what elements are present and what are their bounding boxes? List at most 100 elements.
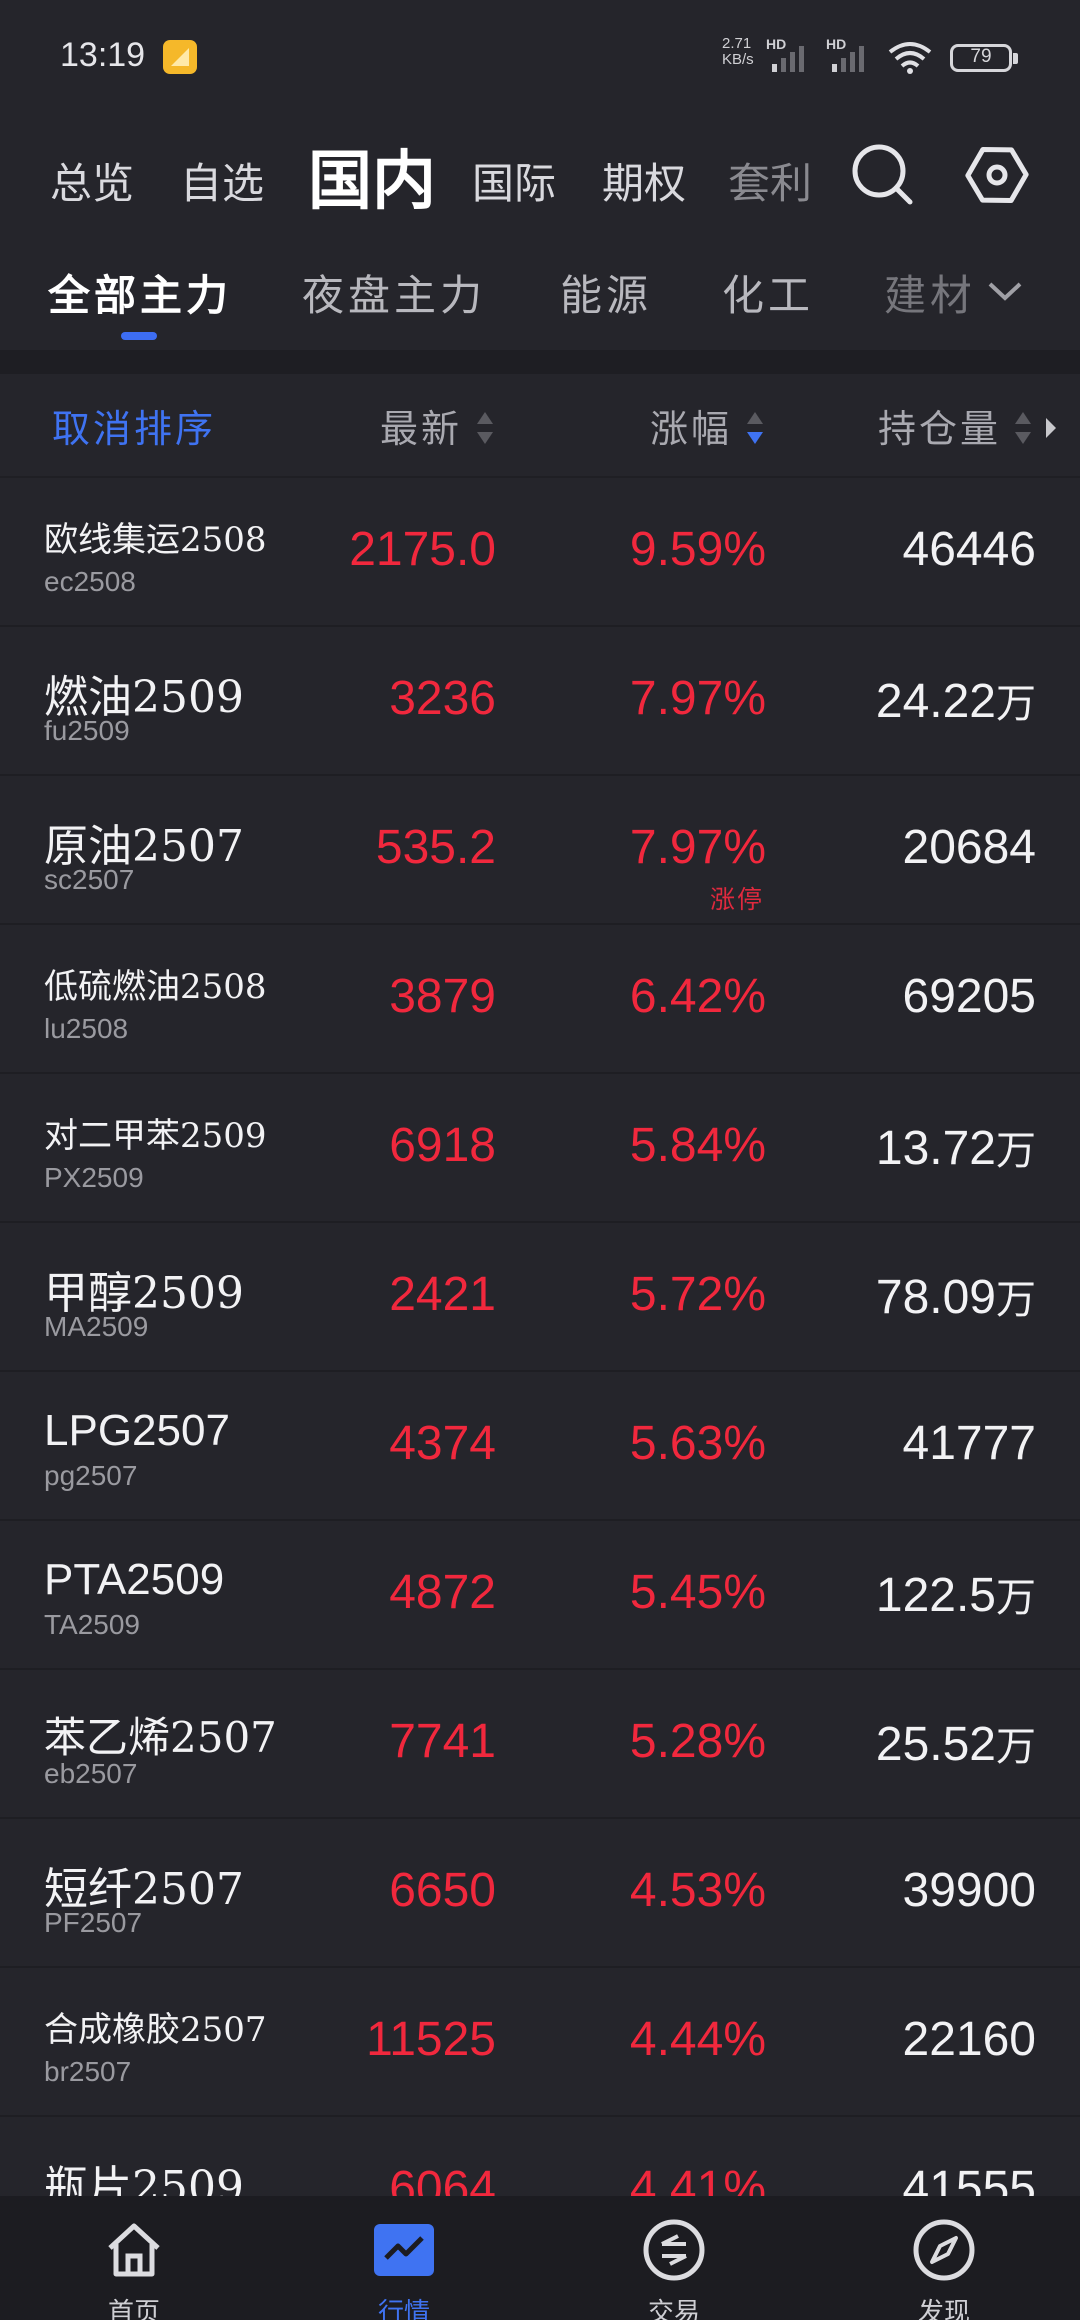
open-interest: 78.09万 — [875, 1271, 1036, 1324]
tab-international[interactable]: 国际 — [472, 150, 556, 211]
nav-trade-label: 交易 — [647, 2298, 700, 2320]
table-row[interactable]: 甲醇2509 MA2509 2421 5.72% 78.09万 — [0, 1223, 1080, 1372]
contract-code: fu2509 — [44, 715, 130, 746]
nav-trade[interactable]: 交易 — [574, 2196, 774, 2320]
search-icon[interactable] — [848, 140, 918, 210]
table-row[interactable]: LPG2507 pg2507 4374 5.63% 41777 — [0, 1372, 1080, 1521]
table-row[interactable]: 燃油2509 fu2509 3236 7.97% 24.22万 — [0, 627, 1080, 776]
table-row[interactable]: 合成橡胶2507 br2507 11525 4.44% 22160 — [0, 1968, 1080, 2117]
home-icon — [108, 2223, 160, 2277]
table-row[interactable]: 低硫燃油2508 lu2508 3879 6.42% 69205 — [0, 925, 1080, 1074]
subtab-energy[interactable]: 能源 — [560, 262, 652, 323]
change-percent: 5.28% — [629, 1715, 766, 1768]
market-tabs: 总览 自选 国内 国际 期权 套利 — [0, 120, 1080, 230]
latest-price: 4374 — [389, 1417, 496, 1470]
notes-app-icon — [163, 40, 197, 74]
latest-price: 6650 — [389, 1864, 496, 1917]
change-percent: 9.59% — [629, 523, 766, 576]
latest-price: 6918 — [389, 1119, 496, 1172]
contract-name: LPG2507 — [44, 1406, 230, 1455]
open-interest: 69205 — [902, 970, 1036, 1023]
contract-code: eb2507 — [44, 1758, 138, 1789]
contract-code: TA2509 — [44, 1609, 140, 1640]
change-percent: 4.53% — [629, 1864, 766, 1917]
open-interest: 46446 — [902, 523, 1036, 576]
latest-price: 535.2 — [375, 821, 496, 874]
latest-price: 3879 — [389, 970, 496, 1023]
status-bar: 13:19 2.71 KB/s HD HD 79 — [0, 0, 1080, 110]
network-speed: 2.71 KB/s — [722, 35, 754, 68]
settings-hexagon-icon[interactable] — [962, 140, 1032, 210]
contract-name: PTA2509 — [44, 1555, 225, 1604]
contract-code: PF2507 — [44, 1907, 143, 1938]
contract-code: sc2507 — [44, 864, 135, 895]
battery-icon: 79 — [950, 44, 1018, 72]
open-interest: 22160 — [902, 2013, 1036, 2066]
column-open-interest[interactable]: 持仓量 — [878, 398, 1001, 453]
change-percent: 5.45% — [629, 1566, 766, 1619]
contract-name: 苯乙烯2507 — [44, 1713, 277, 1762]
change-percent: 7.97% — [629, 672, 766, 725]
chevron-down-icon[interactable] — [985, 276, 1025, 306]
open-interest: 41777 — [902, 1417, 1036, 1470]
tab-arbitrage[interactable]: 套利 — [728, 150, 828, 211]
nav-market-label: 行情 — [377, 2298, 430, 2320]
cancel-sort-button[interactable]: 取消排序 — [52, 398, 216, 453]
latest-price: 3236 — [389, 672, 496, 725]
change-percent: 6.42% — [629, 970, 766, 1023]
nav-discover-label: 发现 — [917, 2298, 970, 2320]
latest-price: 2421 — [389, 1268, 496, 1321]
contract-name: 对二甲苯2509 — [44, 1116, 267, 1156]
table-row[interactable]: 原油2507 sc2507 535.2 7.97% 涨停 20684 — [0, 776, 1080, 925]
contract-code: MA2509 — [44, 1311, 149, 1342]
contract-code: pg2507 — [44, 1460, 138, 1491]
subtab-all-main[interactable]: 全部主力 — [48, 262, 232, 323]
nav-home[interactable]: 首页 — [34, 2196, 234, 2320]
nav-home-label: 首页 — [107, 2298, 160, 2320]
contract-code: lu2508 — [44, 1013, 129, 1044]
clock: 13:19 — [60, 36, 146, 74]
table-row[interactable]: 欧线集运2508 ec2508 2175.0 9.59% 46446 — [0, 478, 1080, 627]
contract-name: 低硫燃油2508 — [44, 967, 267, 1007]
contract-name: 欧线集运2508 — [44, 520, 267, 560]
table-header: 取消排序 最新 涨幅 持仓量 — [0, 374, 1080, 478]
trade-icon — [643, 2219, 705, 2281]
column-change[interactable]: 涨幅 — [650, 398, 732, 453]
column-latest[interactable]: 最新 — [380, 398, 462, 453]
limit-up-badge: 涨停 — [709, 885, 764, 914]
bottom-navigation: 首页 行情 交易 发现 — [0, 2196, 1080, 2320]
scroll-right-icon[interactable] — [1044, 408, 1058, 448]
nav-market[interactable]: 行情 — [304, 2196, 504, 2320]
subtab-building-materials[interactable]: 建材 — [884, 262, 970, 323]
tab-overview[interactable]: 总览 — [50, 150, 134, 211]
change-percent: 5.63% — [629, 1417, 766, 1470]
market-chart-icon — [374, 2224, 434, 2276]
tab-domestic[interactable]: 国内 — [308, 130, 436, 222]
category-tabs: 全部主力 夜盘主力 能源 化工 建材 — [0, 250, 1080, 350]
tab-options[interactable]: 期权 — [602, 150, 686, 211]
contract-code: ec2508 — [44, 566, 136, 597]
active-tab-indicator — [121, 332, 157, 340]
table-row[interactable]: 苯乙烯2507 eb2507 7741 5.28% 25.52万 — [0, 1670, 1080, 1819]
open-interest: 13.72万 — [875, 1122, 1036, 1175]
quote-list: 欧线集运2508 ec2508 2175.0 9.59% 46446 燃油250… — [0, 478, 1080, 2266]
change-percent: 7.97% — [629, 821, 766, 874]
latest-price: 7741 — [389, 1715, 496, 1768]
sort-icon-2 — [1015, 412, 1031, 444]
latest-price: 2175.0 — [349, 523, 496, 576]
table-row[interactable]: PTA2509 TA2509 4872 5.45% 122.5万 — [0, 1521, 1080, 1670]
subtab-night-main[interactable]: 夜盘主力 — [302, 262, 486, 323]
open-interest: 25.52万 — [875, 1718, 1036, 1771]
nav-discover[interactable]: 发现 — [844, 2196, 1044, 2320]
change-percent: 5.84% — [629, 1119, 766, 1172]
wifi-icon — [888, 42, 932, 74]
sort-desc-icon — [747, 412, 763, 444]
table-row[interactable]: 对二甲苯2509 PX2509 6918 5.84% 13.72万 — [0, 1074, 1080, 1223]
change-percent: 4.44% — [629, 2013, 766, 2066]
tab-watchlist[interactable]: 自选 — [180, 150, 264, 211]
contract-code: br2507 — [44, 2056, 132, 2087]
signal-icon — [772, 46, 804, 72]
latest-price: 4872 — [389, 1566, 496, 1619]
table-row[interactable]: 短纤2507 PF2507 6650 4.53% 39900 — [0, 1819, 1080, 1968]
subtab-chemical[interactable]: 化工 — [722, 262, 814, 323]
